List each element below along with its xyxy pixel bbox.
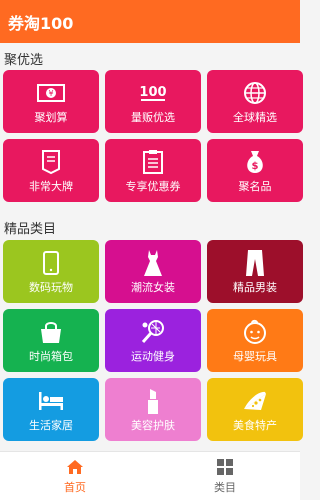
tile-label: 非常大牌: [29, 179, 73, 193]
pizza-icon: [240, 388, 270, 414]
globe-icon: [240, 80, 270, 106]
section-title-jingpin: 精品类目: [4, 222, 57, 237]
handbag-icon: [36, 319, 66, 345]
grid-icon: [217, 458, 233, 475]
juyouxuan-grid: ¥ 聚划算 100 量贩优选 全球精选 非常大牌 专享优惠券 $ 聚名品: [0, 70, 303, 202]
tile-muying[interactable]: 母婴玩具: [207, 309, 303, 372]
tile-xiangbao[interactable]: 时尚箱包: [3, 309, 99, 372]
tile-label: 母婴玩具: [233, 349, 277, 363]
tile-jumingpin[interactable]: $ 聚名品: [207, 139, 303, 202]
lipstick-icon: [138, 388, 168, 414]
certificate-icon: [36, 149, 66, 175]
tile-label: 美容护肤: [131, 418, 175, 432]
tile-label: 聚划算: [34, 110, 68, 124]
jingpin-grid: 数码玩物 潮流女装 精品男装 时尚箱包 运动健身 母婴玩具 生活家居 美容护肤 …: [0, 240, 303, 441]
trousers-icon: [240, 249, 270, 276]
baby-icon: [240, 319, 270, 345]
tile-label: 全球精选: [233, 110, 277, 124]
tile-label: 精品男装: [233, 280, 277, 294]
tile-label: 生活家居: [29, 418, 73, 432]
tile-label: 专享优惠券: [125, 179, 181, 193]
svg-text:100: 100: [139, 85, 166, 100]
tile-jiaju[interactable]: 生活家居: [3, 378, 99, 441]
tile-meishi[interactable]: 美食特产: [207, 378, 303, 441]
tile-label: 美食特产: [233, 418, 277, 432]
tile-label: 数码玩物: [29, 280, 73, 294]
money-icon: ¥: [36, 80, 66, 106]
tile-liangfan[interactable]: 100 量贩优选: [105, 70, 201, 133]
tile-label: 运动健身: [131, 349, 175, 363]
nav-category[interactable]: 类目: [150, 452, 300, 500]
tile-label: 潮流女装: [131, 280, 175, 294]
nav-label: 类目: [214, 480, 236, 494]
svg-text:$: $: [252, 161, 259, 172]
tile-shuma[interactable]: 数码玩物: [3, 240, 99, 303]
app-title: 券淘100: [8, 13, 74, 33]
bed-icon: [36, 388, 66, 414]
tile-feichangdapai[interactable]: 非常大牌: [3, 139, 99, 202]
tablet-icon: [36, 250, 66, 276]
tile-label: 量贩优选: [131, 110, 175, 124]
tile-yundong[interactable]: 运动健身: [105, 309, 201, 372]
nav-label: 首页: [64, 480, 86, 494]
money-bag-icon: $: [240, 149, 270, 175]
dress-icon: [138, 249, 168, 276]
tile-label: 时尚箱包: [29, 349, 73, 363]
tennis-icon: [138, 319, 168, 345]
tile-juhuasuan[interactable]: ¥ 聚划算: [3, 70, 99, 133]
clipboard-icon: [138, 149, 168, 175]
tile-nanzhuang[interactable]: 精品男装: [207, 240, 303, 303]
home-icon: [67, 459, 83, 474]
app-header: 券淘100: [0, 0, 300, 43]
tile-meirong[interactable]: 美容护肤: [105, 378, 201, 441]
section-title-juyouxuan: 聚优选: [4, 53, 44, 68]
tile-nvzhuang[interactable]: 潮流女装: [105, 240, 201, 303]
nav-home[interactable]: 首页: [0, 452, 150, 500]
bottom-nav: 首页 类目: [0, 451, 300, 500]
tile-quanqiu[interactable]: 全球精选: [207, 70, 303, 133]
tile-zhuanxiang[interactable]: 专享优惠券: [105, 139, 201, 202]
svg-text:¥: ¥: [48, 89, 53, 98]
100-icon: 100: [138, 80, 168, 106]
tile-label: 聚名品: [238, 179, 272, 193]
